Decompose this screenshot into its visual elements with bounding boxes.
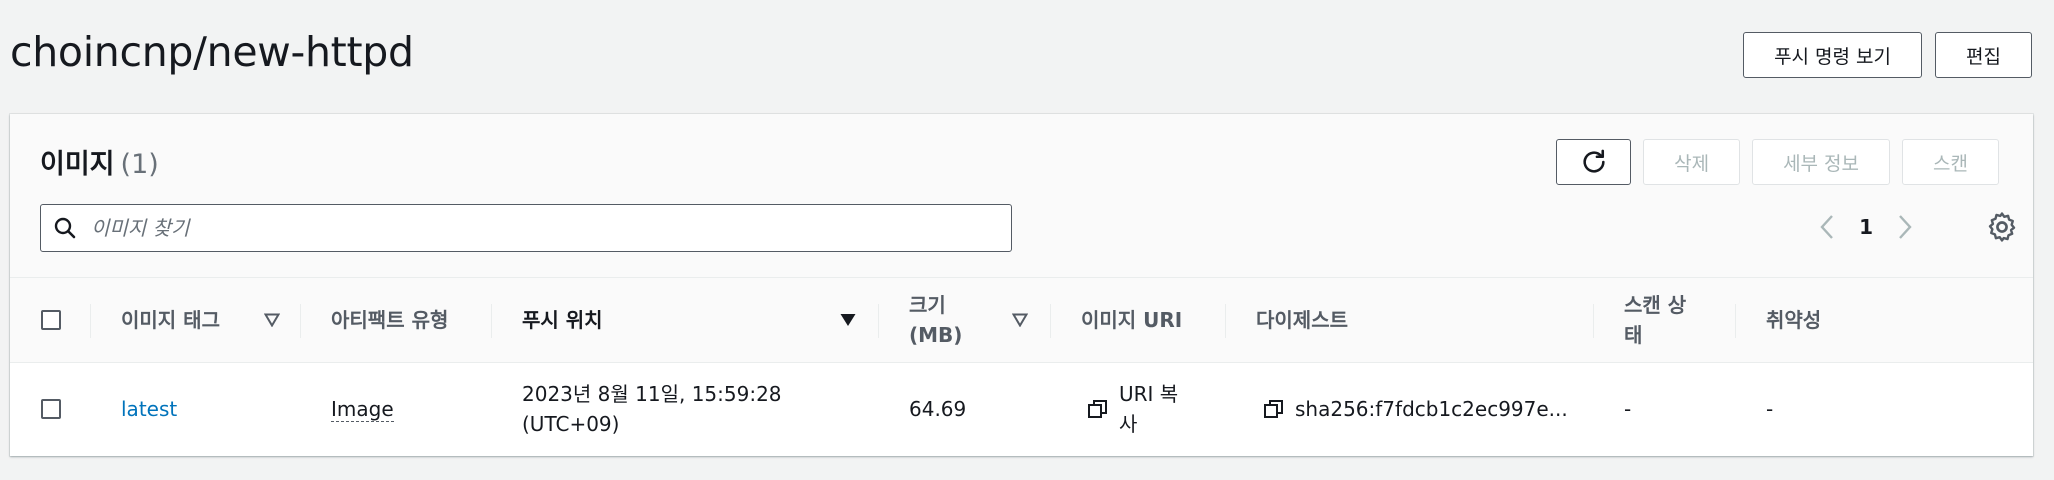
row-select-cell [41,363,61,455]
sort-triangle-icon[interactable] [264,278,280,362]
image-tag-link[interactable]: latest [121,394,177,424]
copy-uri-label: URI 복사 [1119,382,1179,436]
column-header-scan-status[interactable]: 스캔 상태 [1624,278,1704,362]
refresh-button[interactable] [1556,139,1632,185]
copy-icon [1088,400,1107,418]
table-settings-button[interactable] [1985,210,2019,248]
table-row: latest Image 2023년 8월 11일, 15:59:28 (UTC… [10,363,2033,455]
artifact-type-value[interactable]: Image [331,397,394,422]
column-divider [491,304,492,338]
gear-icon [1988,212,2016,242]
column-divider [1735,304,1736,338]
column-header-image-uri[interactable]: 이미지 URI [1081,278,1182,362]
vulnerabilities-cell: - [1766,397,1774,421]
column-divider [90,304,91,338]
panel-title: 이미지 (1) [40,142,159,181]
images-table: 이미지 태그 아티팩트 유형 푸시 위치 크기 (MB) 이미지 URI 다이제… [10,277,2033,455]
scan-button[interactable]: 스캔 [1902,139,1999,185]
column-divider [1225,304,1226,338]
panel-actions: 삭제 세부 정보 스캔 [1556,139,1999,185]
page-title: choincnp/new-httpd [10,28,414,76]
search-box [40,204,1012,252]
column-header-vulnerabilities[interactable]: 취약성 [1766,278,1821,362]
sort-descending-icon[interactable] [840,278,856,362]
page-number[interactable]: 1 [1859,215,1873,239]
copy-digest-button[interactable]: sha256:f7fdcb1c2ec997e... [1263,363,1568,455]
delete-button[interactable]: 삭제 [1643,139,1741,185]
select-all-checkbox[interactable] [41,310,61,330]
scan-status-cell: - [1624,397,1632,421]
details-button[interactable]: 세부 정보 [1752,139,1891,185]
search-input[interactable] [91,216,941,240]
copy-icon [1264,400,1283,418]
image-count: (1) [120,149,159,180]
panel-title-label: 이미지 [40,149,115,180]
column-header-pushed-at[interactable]: 푸시 위치 [522,278,603,362]
digest-value: sha256:f7fdcb1c2ec997e... [1295,397,1568,421]
edit-button[interactable]: 편집 [1935,32,2032,78]
select-all-cell [41,278,61,362]
pagination: 1 [1819,214,1913,240]
search-icon [54,217,76,239]
images-panel-header: 이미지(1) 삭제 세부 정보 스캔 1 [10,114,2033,277]
chevron-right-icon[interactable] [1897,214,1913,240]
size-cell: 64.69 [909,397,967,421]
page-actions: 푸시 명령 보기 편집 [1743,32,2032,78]
column-header-digest[interactable]: 다이제스트 [1256,278,1348,362]
column-divider [1593,304,1594,338]
view-push-commands-button[interactable]: 푸시 명령 보기 [1743,32,1923,78]
column-divider [878,304,879,338]
column-header-artifact-type[interactable]: 아티팩트 유형 [331,278,461,362]
column-divider [300,304,301,338]
row-checkbox[interactable] [41,399,61,419]
table-header-row: 이미지 태그 아티팩트 유형 푸시 위치 크기 (MB) 이미지 URI 다이제… [10,277,2033,363]
artifact-type-cell: Image [331,363,394,455]
column-divider [1050,304,1051,338]
image-tag-cell: latest [121,363,177,455]
copy-uri-button[interactable]: URI 복사 [1087,363,1194,455]
chevron-left-icon[interactable] [1819,214,1835,240]
pushed-at-cell: 2023년 8월 11일, 15:59:28 (UTC+09) [522,382,782,436]
column-header-image-tag[interactable]: 이미지 태그 [121,278,220,362]
sort-triangle-icon[interactable] [1012,278,1028,362]
images-panel: 이미지(1) 삭제 세부 정보 스캔 1 이미지 태그 [10,114,2033,456]
refresh-icon [1582,149,1605,173]
column-header-size[interactable]: 크기 (MB) [909,278,969,362]
